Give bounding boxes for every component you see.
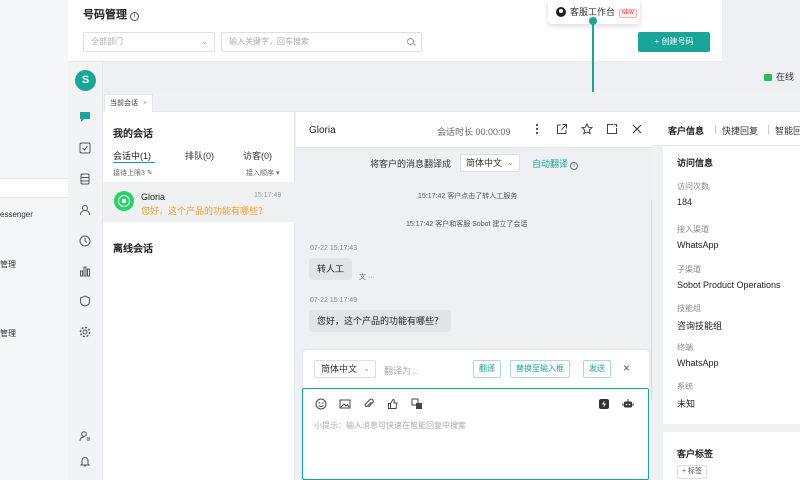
history-clock-icon[interactable] bbox=[79, 235, 91, 247]
shield-icon[interactable] bbox=[79, 295, 91, 307]
background-sidebar-selected bbox=[0, 178, 68, 198]
session-tab-strip bbox=[103, 92, 800, 112]
system-message: 15:17:42 客户和客服 Sobot 建立了会话 bbox=[406, 221, 528, 228]
chat-icon[interactable] bbox=[79, 111, 91, 123]
field-label: 系统 bbox=[677, 382, 693, 391]
field-value: 未知 bbox=[677, 399, 696, 409]
agent-avatar-icon bbox=[556, 7, 566, 17]
field-label: 子渠道 bbox=[677, 265, 701, 274]
background-sidebar-item[interactable]: 管理 bbox=[0, 328, 16, 339]
session-time: 15:17:49 bbox=[254, 192, 282, 199]
session-customer-name: Gloria bbox=[141, 192, 166, 202]
chevron-down-icon: ⌄ bbox=[363, 364, 370, 373]
translate-icon[interactable] bbox=[411, 398, 423, 410]
info-icon: i bbox=[570, 162, 579, 170]
user-settings-icon[interactable] bbox=[79, 430, 91, 442]
database-icon[interactable] bbox=[79, 173, 91, 185]
tab-close-icon[interactable]: × bbox=[143, 100, 147, 107]
tab-visitors[interactable]: 访客(0) bbox=[243, 149, 272, 162]
tab-separator bbox=[715, 125, 716, 134]
department-select[interactable]: 全部部门 ⌄ bbox=[83, 32, 215, 52]
contact-user-icon[interactable] bbox=[79, 204, 91, 216]
close-translation-icon[interactable]: × bbox=[623, 361, 630, 375]
field-label: 技能组 bbox=[677, 304, 701, 313]
tab-smart-reply[interactable]: 智能回 bbox=[775, 124, 800, 137]
field-value: WhatsApp bbox=[677, 240, 719, 250]
field-label: 终端 bbox=[677, 343, 693, 352]
tab-quick-reply[interactable]: 快捷回复 bbox=[722, 124, 758, 137]
attachment-icon[interactable] bbox=[363, 398, 375, 410]
message-input-area[interactable] bbox=[302, 388, 649, 480]
page-title: 号码管理 i bbox=[83, 6, 139, 22]
customer-message-bubble[interactable]: 转人工 bbox=[309, 258, 353, 280]
chevron-down-icon: ⌄ bbox=[201, 37, 208, 46]
task-check-icon[interactable] bbox=[79, 142, 91, 154]
field-label: 接入渠道 bbox=[677, 225, 709, 234]
background-sidebar: essenger 管理 管理 bbox=[0, 0, 68, 480]
sobot-logo: S bbox=[75, 70, 96, 91]
new-badge: NEW bbox=[619, 9, 637, 18]
background-sidebar-item[interactable]: 管理 bbox=[0, 259, 16, 270]
emoji-icon[interactable] bbox=[315, 398, 327, 410]
sort-order-select[interactable]: 接入顺序 ▾ bbox=[246, 168, 279, 178]
tab-customer-info[interactable]: 客户信息 bbox=[668, 124, 704, 137]
image-icon[interactable] bbox=[339, 398, 351, 410]
target-language-select[interactable]: 简体中文 ⌄ bbox=[314, 360, 376, 378]
visit-info-title: 访问信息 bbox=[677, 158, 714, 168]
session-duration: 会话时长 00:00:09 bbox=[437, 127, 511, 137]
thumbs-up-icon[interactable] bbox=[387, 398, 399, 410]
tab-in-session[interactable]: 会话中(1) bbox=[113, 149, 151, 162]
field-label: 访问次数 bbox=[677, 182, 709, 191]
translate-input[interactable]: 翻译为... bbox=[384, 364, 419, 377]
notification-bell-icon[interactable] bbox=[79, 455, 91, 467]
send-translation-button[interactable]: 发送 bbox=[583, 360, 611, 378]
info-icon[interactable]: i bbox=[130, 12, 139, 21]
field-value: Sobot Product Operations bbox=[677, 280, 781, 290]
tab-queue[interactable]: 排队(0) bbox=[185, 149, 214, 162]
close-session-icon[interactable] bbox=[631, 123, 643, 135]
more-vertical-icon[interactable] bbox=[531, 123, 543, 135]
transfer-icon[interactable] bbox=[606, 123, 618, 135]
create-number-button[interactable]: + 创建号码 bbox=[638, 32, 710, 52]
message-time: 07-22 15:17:49 bbox=[310, 297, 358, 304]
tab-current-session[interactable]: 当前会话 × bbox=[104, 94, 154, 112]
field-value: 咨询技能组 bbox=[677, 321, 723, 331]
field-value: WhatsApp bbox=[677, 358, 719, 368]
star-icon[interactable] bbox=[580, 122, 594, 135]
reception-limit[interactable]: 接待上限3 ✎ bbox=[113, 168, 153, 178]
replace-to-input-button[interactable]: 替换至输入框 bbox=[510, 360, 570, 378]
add-tag-button[interactable]: + 标签 bbox=[677, 465, 708, 479]
online-status[interactable]: 在线 bbox=[764, 70, 794, 83]
input-hint: 小提示：输入消息可快速在智能回复中搜索 bbox=[314, 421, 466, 430]
settings-gear-icon[interactable] bbox=[79, 326, 91, 338]
active-tab-indicator bbox=[113, 162, 155, 163]
background-sidebar-item[interactable]: essenger bbox=[0, 210, 33, 219]
translate-label: 将客户的消息翻译成 bbox=[370, 159, 452, 169]
robot-icon[interactable] bbox=[622, 398, 634, 410]
message-time: 07-22 15:17:43 bbox=[310, 245, 358, 252]
search-icon bbox=[407, 38, 414, 45]
number-search-input[interactable]: 输入关键字，回车搜索 bbox=[221, 32, 422, 52]
chat-customer-name: Gloria bbox=[309, 125, 336, 136]
auto-translate-toggle[interactable]: 自动翻译 i bbox=[532, 157, 579, 170]
system-message: 15:17:42 客户点击了转人工服务 bbox=[418, 193, 518, 200]
whatsapp-icon bbox=[114, 191, 134, 211]
offline-sessions-title: 离线会话 bbox=[113, 244, 153, 255]
tab-separator bbox=[768, 125, 769, 134]
message-translate-icon[interactable]: 文 ··· bbox=[359, 272, 375, 282]
chevron-down-icon: ⌄ bbox=[507, 158, 514, 167]
translate-button[interactable]: 翻译 bbox=[473, 360, 501, 378]
my-sessions-title: 我的会话 bbox=[113, 129, 153, 140]
session-preview: 您好，这个产品的功能有哪些？ bbox=[141, 206, 268, 216]
field-value: 184 bbox=[677, 197, 693, 207]
share-export-icon[interactable] bbox=[556, 123, 568, 135]
statistics-icon[interactable] bbox=[79, 265, 91, 277]
quick-reply-icon[interactable] bbox=[598, 398, 610, 410]
translate-language-select[interactable]: 简体中文 ⌄ bbox=[460, 154, 520, 172]
customer-message-bubble[interactable]: 您好，这个产品的功能有哪些？ bbox=[309, 310, 452, 332]
online-status-icon bbox=[764, 74, 772, 81]
customer-tags-title: 客户标签 bbox=[677, 449, 714, 459]
